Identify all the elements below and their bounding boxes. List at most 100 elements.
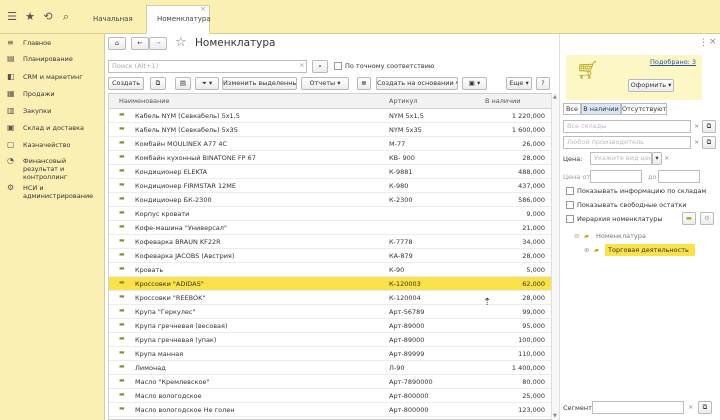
table-row[interactable]: ▬ Масло "Кремлевское" Арт-7890000 80,000 bbox=[109, 375, 551, 389]
manufacturer-field[interactable]: Любой производитель bbox=[563, 136, 691, 149]
item-icon: ▬ bbox=[119, 307, 125, 314]
warehouses-clear-icon[interactable]: × bbox=[694, 122, 699, 130]
more-button[interactable]: Еще ▾ bbox=[506, 77, 532, 90]
favorite-star-icon[interactable]: ☆ bbox=[175, 35, 187, 50]
sidebar-item-finance[interactable]: ◔ Финансовый результат и контроллинг bbox=[0, 156, 104, 181]
sidebar-item-sales[interactable]: ▦ Продажи bbox=[0, 89, 104, 107]
back-button[interactable]: ← bbox=[131, 37, 149, 50]
scroll-down-icon[interactable]: ▼ bbox=[553, 413, 557, 419]
table-row[interactable]: ▬ Кабель NYM (Севкабель) 5х35 NYM 5х35 1 60… bbox=[109, 123, 551, 137]
table-row[interactable]: ▬ Крупа гречневая (упак) Арт-89000 100,000 bbox=[109, 333, 551, 347]
show-info-checkbox[interactable] bbox=[566, 187, 574, 195]
column-header-article[interactable]: Артикул bbox=[389, 97, 418, 105]
table-row[interactable]: ▬ Лимонад Л-90 1 400,000 bbox=[109, 361, 551, 375]
history-icon[interactable]: ⟲ bbox=[40, 9, 56, 25]
favorites-icon[interactable]: ★ bbox=[22, 9, 38, 25]
search-icon[interactable]: ⌕ bbox=[58, 9, 74, 25]
table-row[interactable]: ▬ Кабель NYM (Севкабель) 5х1,5 NYM 5х1,5 1 … bbox=[109, 109, 551, 123]
exact-match-checkbox[interactable] bbox=[334, 62, 342, 70]
price-type-dropdown-icon[interactable]: ▾ bbox=[652, 152, 662, 165]
list-settings-icon[interactable]: ≣ bbox=[357, 77, 371, 90]
price-to-field[interactable] bbox=[658, 170, 700, 183]
change-selected-button[interactable]: Изменить выделенные bbox=[222, 77, 297, 90]
cell-name: Лимонад bbox=[135, 364, 166, 372]
price-type-clear-icon[interactable]: × bbox=[664, 154, 669, 162]
segment-absent[interactable]: Отсутствуют bbox=[621, 103, 667, 115]
warehouses-select-icon[interactable]: ⧉ bbox=[702, 120, 716, 133]
search-button[interactable]: ⌕ bbox=[312, 60, 328, 73]
show-free-checkbox[interactable] bbox=[566, 201, 574, 209]
sidebar-item-warehouse[interactable]: ▣ Склад и доставка bbox=[0, 123, 104, 141]
table-row[interactable]: ▬ Масло вологодское Не голен Арт-800000 123… bbox=[109, 403, 551, 417]
table-row[interactable]: ▬ Комбайн кухонный BINATONE FP 67 КВ- 900 2… bbox=[109, 151, 551, 165]
help-button[interactable]: ? bbox=[536, 77, 550, 90]
table-row[interactable]: ▬ Кондиционер FIRMSTAR 12МЕ К-980 437,000 bbox=[109, 179, 551, 193]
print-icon[interactable]: ▤ bbox=[175, 77, 191, 90]
reports-button[interactable]: Отчеты ▾ bbox=[301, 77, 349, 90]
table-row[interactable]: ▬ Кофеварка BRAUN KF22R К-7778 34,000 bbox=[109, 235, 551, 249]
table-scrollbar[interactable]: ▲ ▼ bbox=[551, 93, 559, 420]
manufacturer-select-icon[interactable]: ⧉ bbox=[702, 136, 716, 149]
copy-icon[interactable]: ⧉ bbox=[150, 77, 166, 90]
table-row[interactable]: ▬ Комбайн MOULINEX A77 4C М-77 26,000 bbox=[109, 137, 551, 151]
tree-item-trade[interactable]: Торговая деятельность bbox=[605, 244, 695, 256]
hierarchy-settings-button[interactable]: ⚙ bbox=[700, 212, 714, 225]
tree-expand-icon[interactable]: ⊕ bbox=[584, 246, 589, 254]
cell-article: К-980 bbox=[389, 182, 409, 190]
sidebar-item-label: CRM и маркетинг bbox=[23, 73, 83, 81]
table-row[interactable]: ▬ Масло вологодское Арт-800000 25,000 bbox=[109, 389, 551, 403]
table-row[interactable]: ▬ Кофеварка JACOBS (Австрия) КА-879 28,000 bbox=[109, 249, 551, 263]
selected-count-link[interactable]: Подобрано: 3 bbox=[650, 58, 696, 66]
cell-name: Крупа гречневая (упак) bbox=[135, 336, 217, 344]
tree-root-icon[interactable]: ⊖ bbox=[574, 232, 579, 240]
table-row[interactable]: ▬ Кофе-машина "Универсал" 21,000 bbox=[109, 221, 551, 235]
table-row[interactable]: ▬ Крупа манная Арт-89999 110,000 bbox=[109, 347, 551, 361]
table-row[interactable]: ▬ Крупа гречневая (весовая) Арт-89000 95,00… bbox=[109, 319, 551, 333]
segment-all[interactable]: Все bbox=[563, 103, 581, 115]
table-row[interactable]: ▬ Кроссовки "ADIDAS" К-120003 62,000 bbox=[109, 277, 551, 291]
table-row[interactable]: ▬ Кондиционер ELEKTA К-9881 488,000 bbox=[109, 165, 551, 179]
segment-clear-icon[interactable]: × bbox=[688, 403, 693, 411]
hierarchy-checkbox[interactable] bbox=[566, 215, 574, 223]
cell-article: К-120004 bbox=[389, 294, 421, 302]
column-header-stock[interactable]: В наличии bbox=[485, 97, 520, 105]
exact-match-label: По точному соответствию bbox=[345, 62, 435, 70]
sidebar-item-label: Продажи bbox=[23, 90, 55, 98]
home-button[interactable]: ⌂ bbox=[108, 37, 126, 50]
segment-select-icon[interactable]: ⧉ bbox=[698, 401, 712, 414]
cell-article: Арт-89000 bbox=[389, 336, 425, 344]
price-from-field[interactable] bbox=[590, 170, 642, 183]
sidebar-item-planning[interactable]: ▤ Планирование bbox=[0, 54, 104, 72]
search-input[interactable]: Поиск (Alt+1) bbox=[108, 60, 307, 73]
create-based-on-button[interactable]: Создать на основании ▾ bbox=[376, 77, 458, 90]
folder-button[interactable]: ▬ bbox=[682, 212, 696, 225]
sidebar-item-crm[interactable]: ◧ CRM и маркетинг bbox=[0, 72, 104, 90]
manufacturer-clear-icon[interactable]: × bbox=[694, 138, 699, 146]
attachments-icon[interactable]: ▣ ▾ bbox=[462, 77, 487, 90]
close-icon[interactable]: × bbox=[200, 5, 206, 14]
price-type-field[interactable]: Укажите вид цены bbox=[590, 152, 652, 165]
tab-start-page[interactable]: Начальная страница bbox=[82, 5, 146, 50]
cell-name: Кроссовки "ADIDAS" bbox=[135, 280, 204, 288]
table-row[interactable]: ▬ Кровать К-90 5,000 bbox=[109, 263, 551, 277]
sidebar-item-admin[interactable]: ⚙ НСИ и администрирование bbox=[0, 183, 104, 205]
tab-nomenclature[interactable]: Номенклатура × bbox=[146, 5, 211, 34]
forward-button[interactable]: → bbox=[149, 37, 167, 50]
filter-icon[interactable]: ⏷ ▾ bbox=[195, 77, 219, 90]
segment-in-stock[interactable]: В наличии bbox=[581, 103, 621, 115]
cell-article: К-7778 bbox=[389, 238, 413, 246]
tree-root-label[interactable]: Номенклатура bbox=[596, 232, 646, 240]
sidebar-item-purchases[interactable]: ▥ Закупки bbox=[0, 106, 104, 124]
table-row[interactable]: ▬ Кондиционер БК-2300 К-2300 586,000 bbox=[109, 193, 551, 207]
search-clear-button[interactable]: × bbox=[297, 60, 307, 73]
segment-field[interactable] bbox=[592, 401, 684, 414]
table-row[interactable]: ▬ Корпус кровати 9,000 bbox=[109, 207, 551, 221]
column-header-name[interactable]: Наименование bbox=[119, 97, 170, 105]
selection-panel: 🛒︎ Подобрано: 3 Оформить ▾ Все В наличии… bbox=[559, 34, 720, 420]
sections-menu-icon[interactable]: ☰ bbox=[4, 9, 20, 25]
checkout-button[interactable]: Оформить ▾ bbox=[628, 79, 674, 92]
create-button[interactable]: Создать bbox=[108, 77, 144, 90]
scroll-up-icon[interactable]: ▲ bbox=[553, 94, 557, 100]
show-info-label: Показывать информацию по складам bbox=[577, 187, 707, 195]
warehouses-field[interactable]: Все склады bbox=[563, 120, 691, 133]
